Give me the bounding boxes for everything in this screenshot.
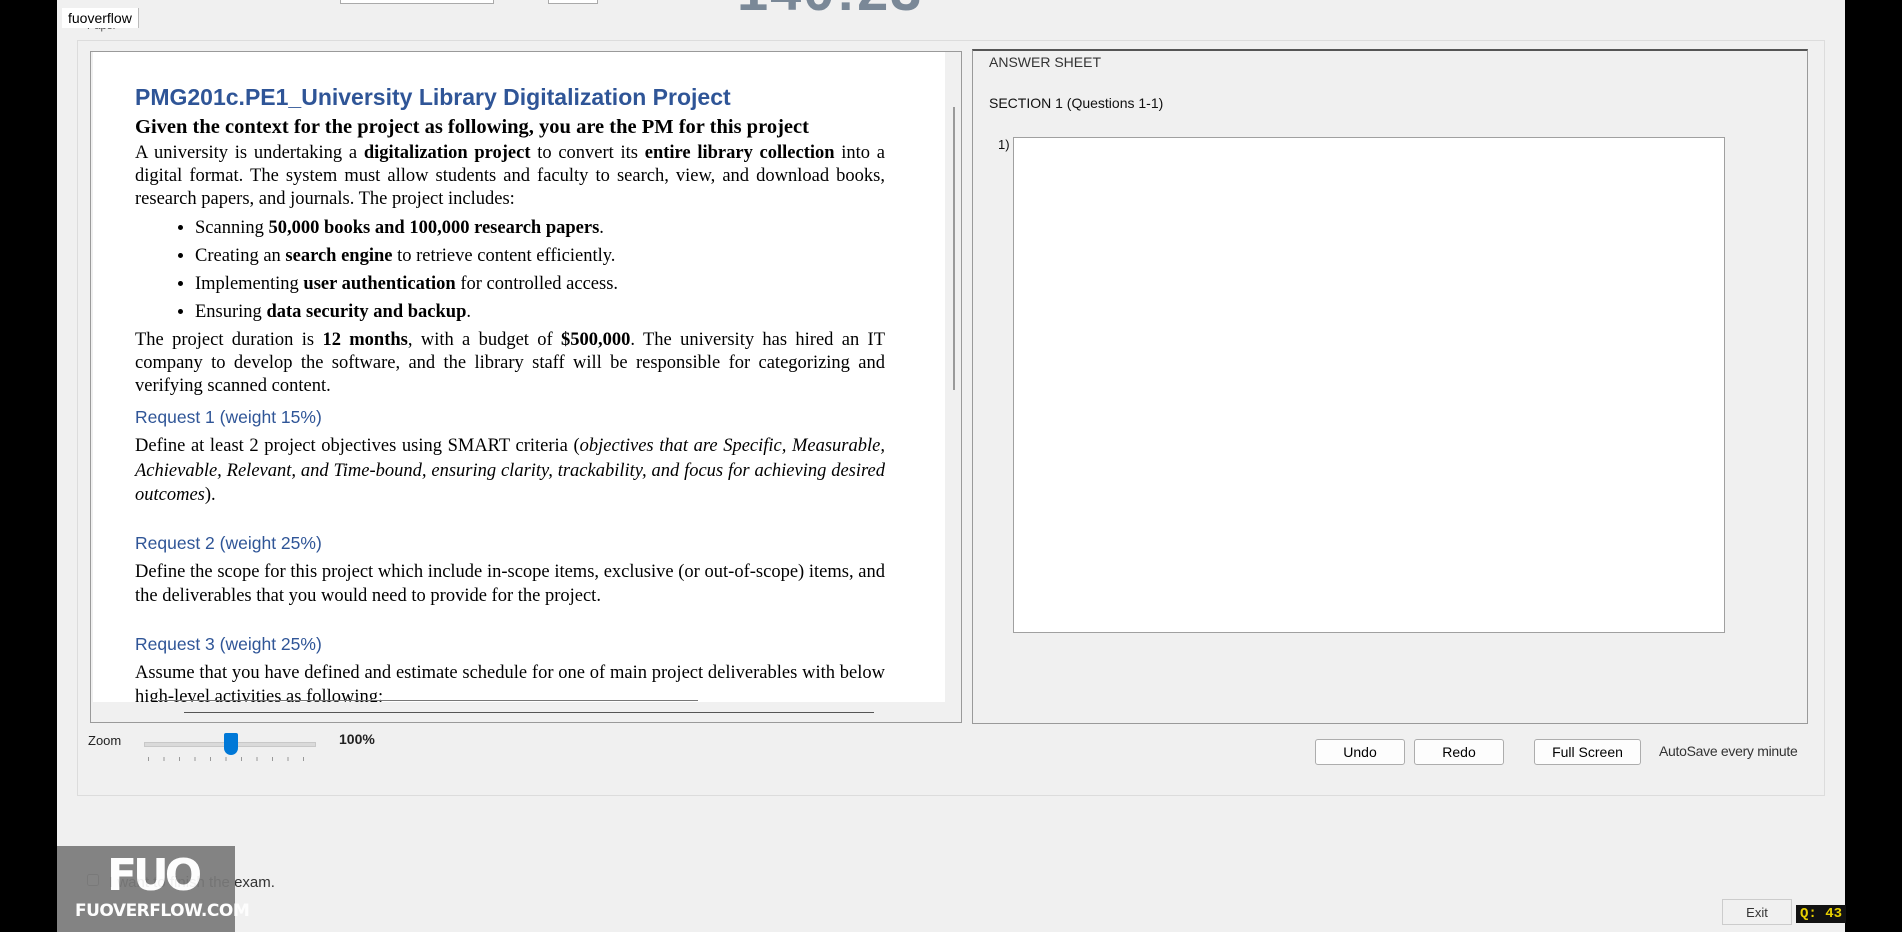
paper-scrollbar[interactable]: [948, 52, 960, 720]
answer-sheet-title: ANSWER SHEET: [989, 54, 1102, 70]
autosave-note: AutoSave every minute: [1659, 743, 1798, 759]
request-3-heading: Request 3 (weight 25%): [135, 633, 322, 654]
paper-tab-panel: PMG201c.PE1_University Library Digitaliz…: [77, 40, 1825, 796]
top-field[interactable]: [340, 0, 494, 4]
paper-content: Given the context for the project as fol…: [135, 116, 885, 702]
watermark-logo: FUO FUOVERFLOW.COM: [57, 846, 250, 932]
zoom-value: 100%: [339, 731, 375, 747]
request-2-heading: Request 2 (weight 25%): [135, 532, 322, 553]
list-item: Implementing user authentication for con…: [195, 270, 885, 298]
list-item: Ensuring data security and backup.: [195, 298, 885, 326]
zoom-ticks: [148, 757, 318, 761]
logo-text: FUOVERFLOW.COM: [75, 901, 250, 921]
question-number: 1): [998, 137, 1010, 152]
zoom-slider-thumb[interactable]: [224, 733, 238, 755]
paper-title: PMG201c.PE1_University Library Digitaliz…: [135, 84, 731, 110]
question-badge: Q: 43: [1796, 905, 1847, 923]
undo-button[interactable]: Undo: [1315, 739, 1405, 765]
list-item: Creating an search engine to retrieve co…: [195, 242, 885, 270]
horizontal-scrollbar[interactable]: [184, 712, 874, 713]
answer-sheet: ANSWER SHEET SECTION 1 (Questions 1-1) 1…: [972, 49, 1808, 724]
paper-lead: Given the context for the project as fol…: [135, 116, 809, 138]
section-title: SECTION 1 (Questions 1-1): [989, 95, 1164, 111]
request-2-text: Define the scope for this project which …: [135, 561, 885, 607]
exam-window: 140:23 Paper fuoverflow PMG201c.PE1_Univ…: [57, 0, 1845, 932]
answer-textarea[interactable]: [1013, 137, 1725, 633]
list-item: Scanning 50,000 books and 100,000 resear…: [195, 214, 885, 242]
zoom-label: Zoom: [88, 733, 122, 748]
scrollbar-thumb[interactable]: [953, 107, 955, 390]
brand-label: fuoverflow: [62, 8, 139, 28]
top-strip: 140:23 Paper fuoverflow: [57, 0, 1845, 40]
paper-duration: The project duration is 12 months, with …: [135, 330, 885, 396]
exit-button[interactable]: Exit: [1722, 899, 1792, 925]
paper-intro: A university is undertaking a digitaliza…: [135, 143, 885, 209]
logo-mark: FUO: [107, 850, 202, 901]
paper-page: PMG201c.PE1_University Library Digitaliz…: [93, 52, 945, 702]
table-top-border: [158, 700, 698, 701]
request-1-heading: Request 1 (weight 15%): [135, 407, 322, 427]
paper-viewer: PMG201c.PE1_University Library Digitaliz…: [90, 51, 962, 723]
scope-list: Scanning 50,000 books and 100,000 resear…: [135, 214, 885, 326]
countdown-timer: 140:23: [737, 0, 923, 23]
fullscreen-button[interactable]: Full Screen: [1534, 739, 1641, 765]
redo-button[interactable]: Redo: [1414, 739, 1504, 765]
request-3-text: Assume that you have defined and estimat…: [135, 662, 885, 703]
top-field-small[interactable]: [548, 0, 598, 4]
request-1-text: Define at least 2 project objectives usi…: [135, 436, 885, 505]
